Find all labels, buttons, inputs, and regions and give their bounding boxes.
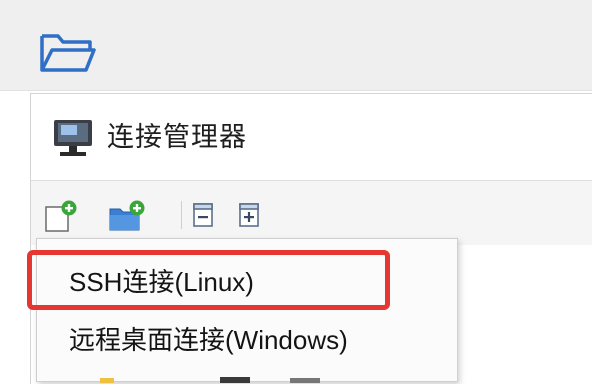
folder-open-icon[interactable] bbox=[38, 30, 98, 74]
computer-monitor-icon bbox=[54, 120, 92, 156]
collapse-all-icon[interactable] bbox=[191, 199, 217, 231]
new-connection-menu: SSH连接(Linux) 远程桌面连接(Windows) bbox=[27, 238, 458, 382]
menu-item-ssh-linux[interactable]: SSH连接(Linux) bbox=[37, 253, 457, 311]
panel-header: 连接管理器 bbox=[31, 94, 592, 181]
tree-item-peek bbox=[100, 377, 320, 383]
new-folder-icon[interactable] bbox=[107, 199, 147, 233]
expand-all-icon[interactable] bbox=[237, 199, 263, 231]
new-connection-icon[interactable] bbox=[43, 199, 79, 233]
panel-toolbar bbox=[31, 181, 592, 245]
top-bar bbox=[0, 0, 592, 91]
toolbar-separator bbox=[181, 201, 182, 229]
menu-item-rdp-windows[interactable]: 远程桌面连接(Windows) bbox=[37, 311, 457, 369]
panel-title: 连接管理器 bbox=[107, 122, 247, 152]
